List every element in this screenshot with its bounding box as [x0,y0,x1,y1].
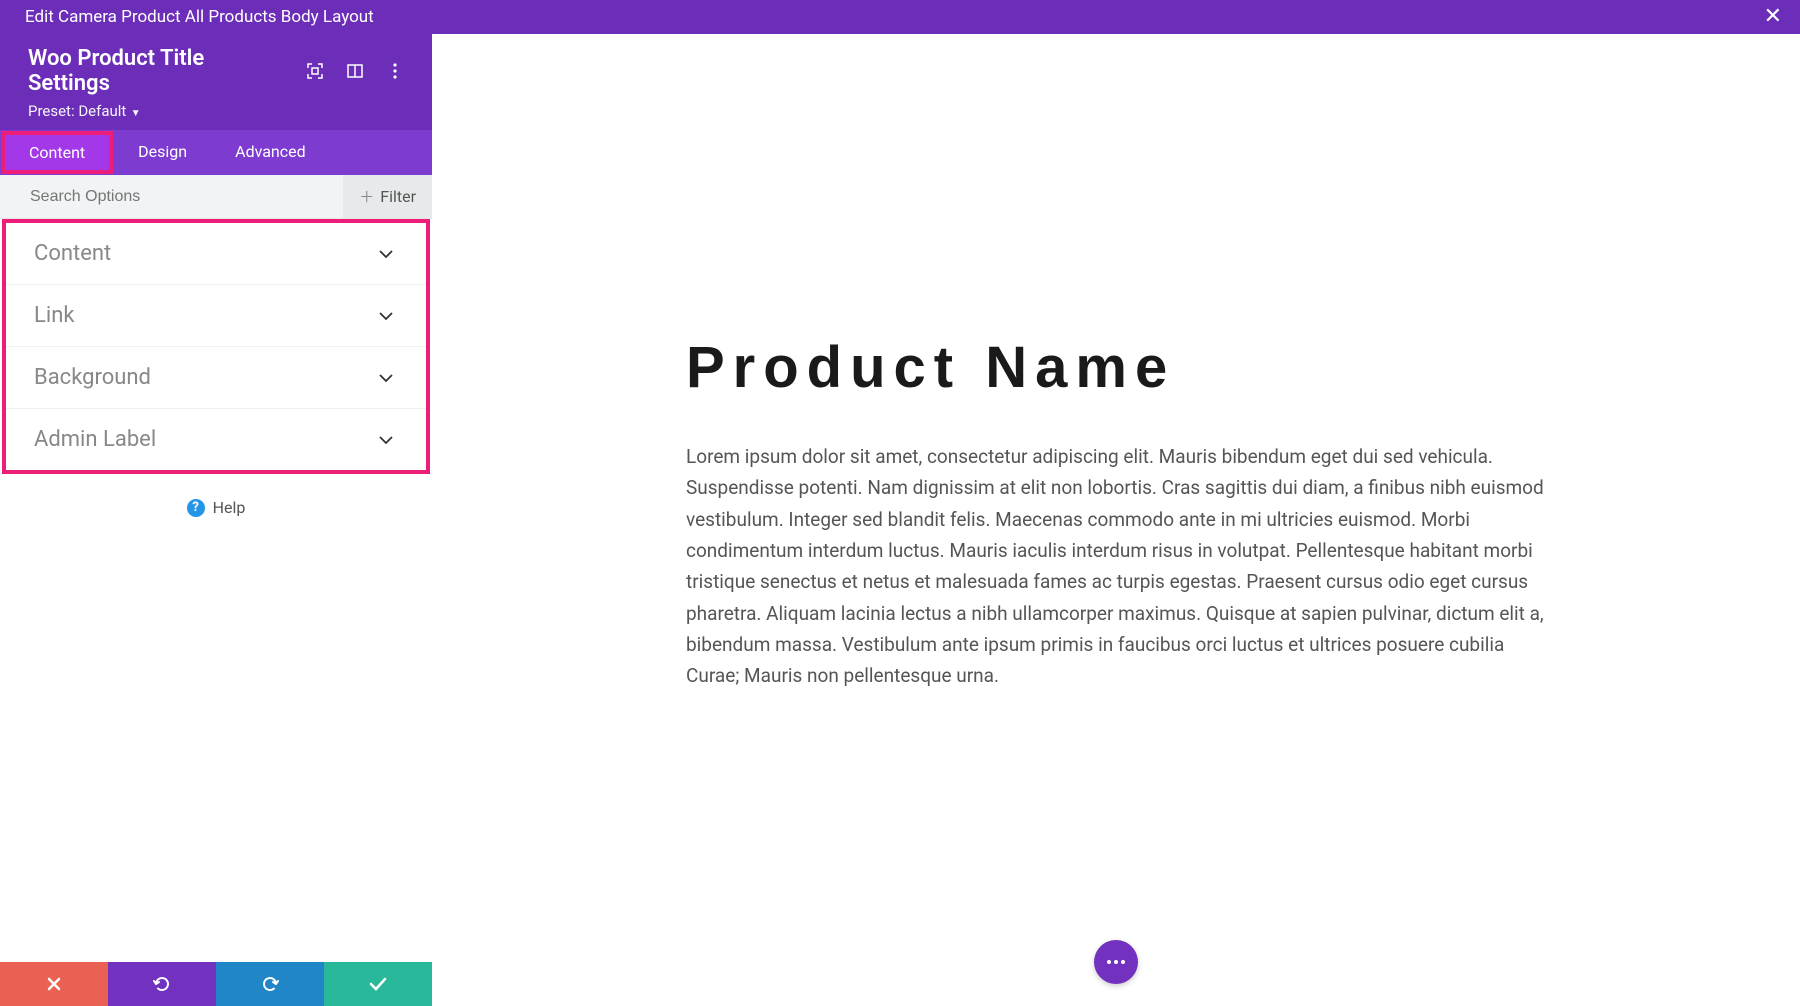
section-admin-label[interactable]: Admin Label [6,409,426,470]
section-link[interactable]: Link [6,285,426,347]
top-bar: Edit Camera Product All Products Body La… [0,0,1800,34]
search-bar: ＋ Filter [0,175,432,219]
settings-sidebar: Woo Product Title Settings Preset: Defau… [0,34,432,1006]
more-icon[interactable] [386,62,404,80]
chevron-down-icon [378,435,394,445]
product-title: Product Name [686,334,1546,401]
content-block: Product Name Lorem ipsum dolor sit amet,… [686,334,1546,1006]
section-background[interactable]: Background [6,347,426,409]
panel-icon[interactable] [346,62,364,80]
filter-button[interactable]: ＋ Filter [343,175,432,218]
redo-button[interactable] [216,962,324,1006]
close-icon[interactable]: ✕ [1764,6,1782,28]
filter-label: Filter [380,187,416,206]
product-description: Lorem ipsum dolor sit amet, consectetur … [686,441,1546,692]
save-button[interactable] [324,962,432,1006]
plus-icon: ＋ [359,186,374,207]
preset-selector[interactable]: Preset: Default ▼ [28,102,404,120]
tab-advanced[interactable]: Advanced [211,130,330,175]
bottom-actions [0,962,432,1006]
help-icon: ? [187,499,205,517]
chevron-down-icon [378,249,394,259]
floating-more-button[interactable] [1094,940,1138,984]
breadcrumb: Edit Camera Product All Products Body La… [25,7,374,27]
settings-title: Woo Product Title Settings [28,46,284,96]
settings-tabs: Content Design Advanced [0,130,432,175]
chevron-down-icon [378,311,394,321]
cancel-button[interactable] [0,962,108,1006]
sections-list: Content Link Background Admin Label [2,219,430,474]
section-content[interactable]: Content [6,223,426,285]
preview-canvas: Product Name Lorem ipsum dolor sit amet,… [432,34,1800,1006]
sidebar-header: Woo Product Title Settings Preset: Defau… [0,34,432,130]
focus-icon[interactable] [306,62,324,80]
search-input[interactable] [0,188,343,206]
caret-down-icon: ▼ [128,108,140,119]
preset-label: Preset: Default [28,102,126,120]
chevron-down-icon [378,373,394,383]
tab-content[interactable]: Content [1,131,113,174]
tab-design[interactable]: Design [114,130,211,175]
help-link[interactable]: ? Help [0,474,432,541]
help-label: Help [213,498,246,517]
undo-button[interactable] [108,962,216,1006]
